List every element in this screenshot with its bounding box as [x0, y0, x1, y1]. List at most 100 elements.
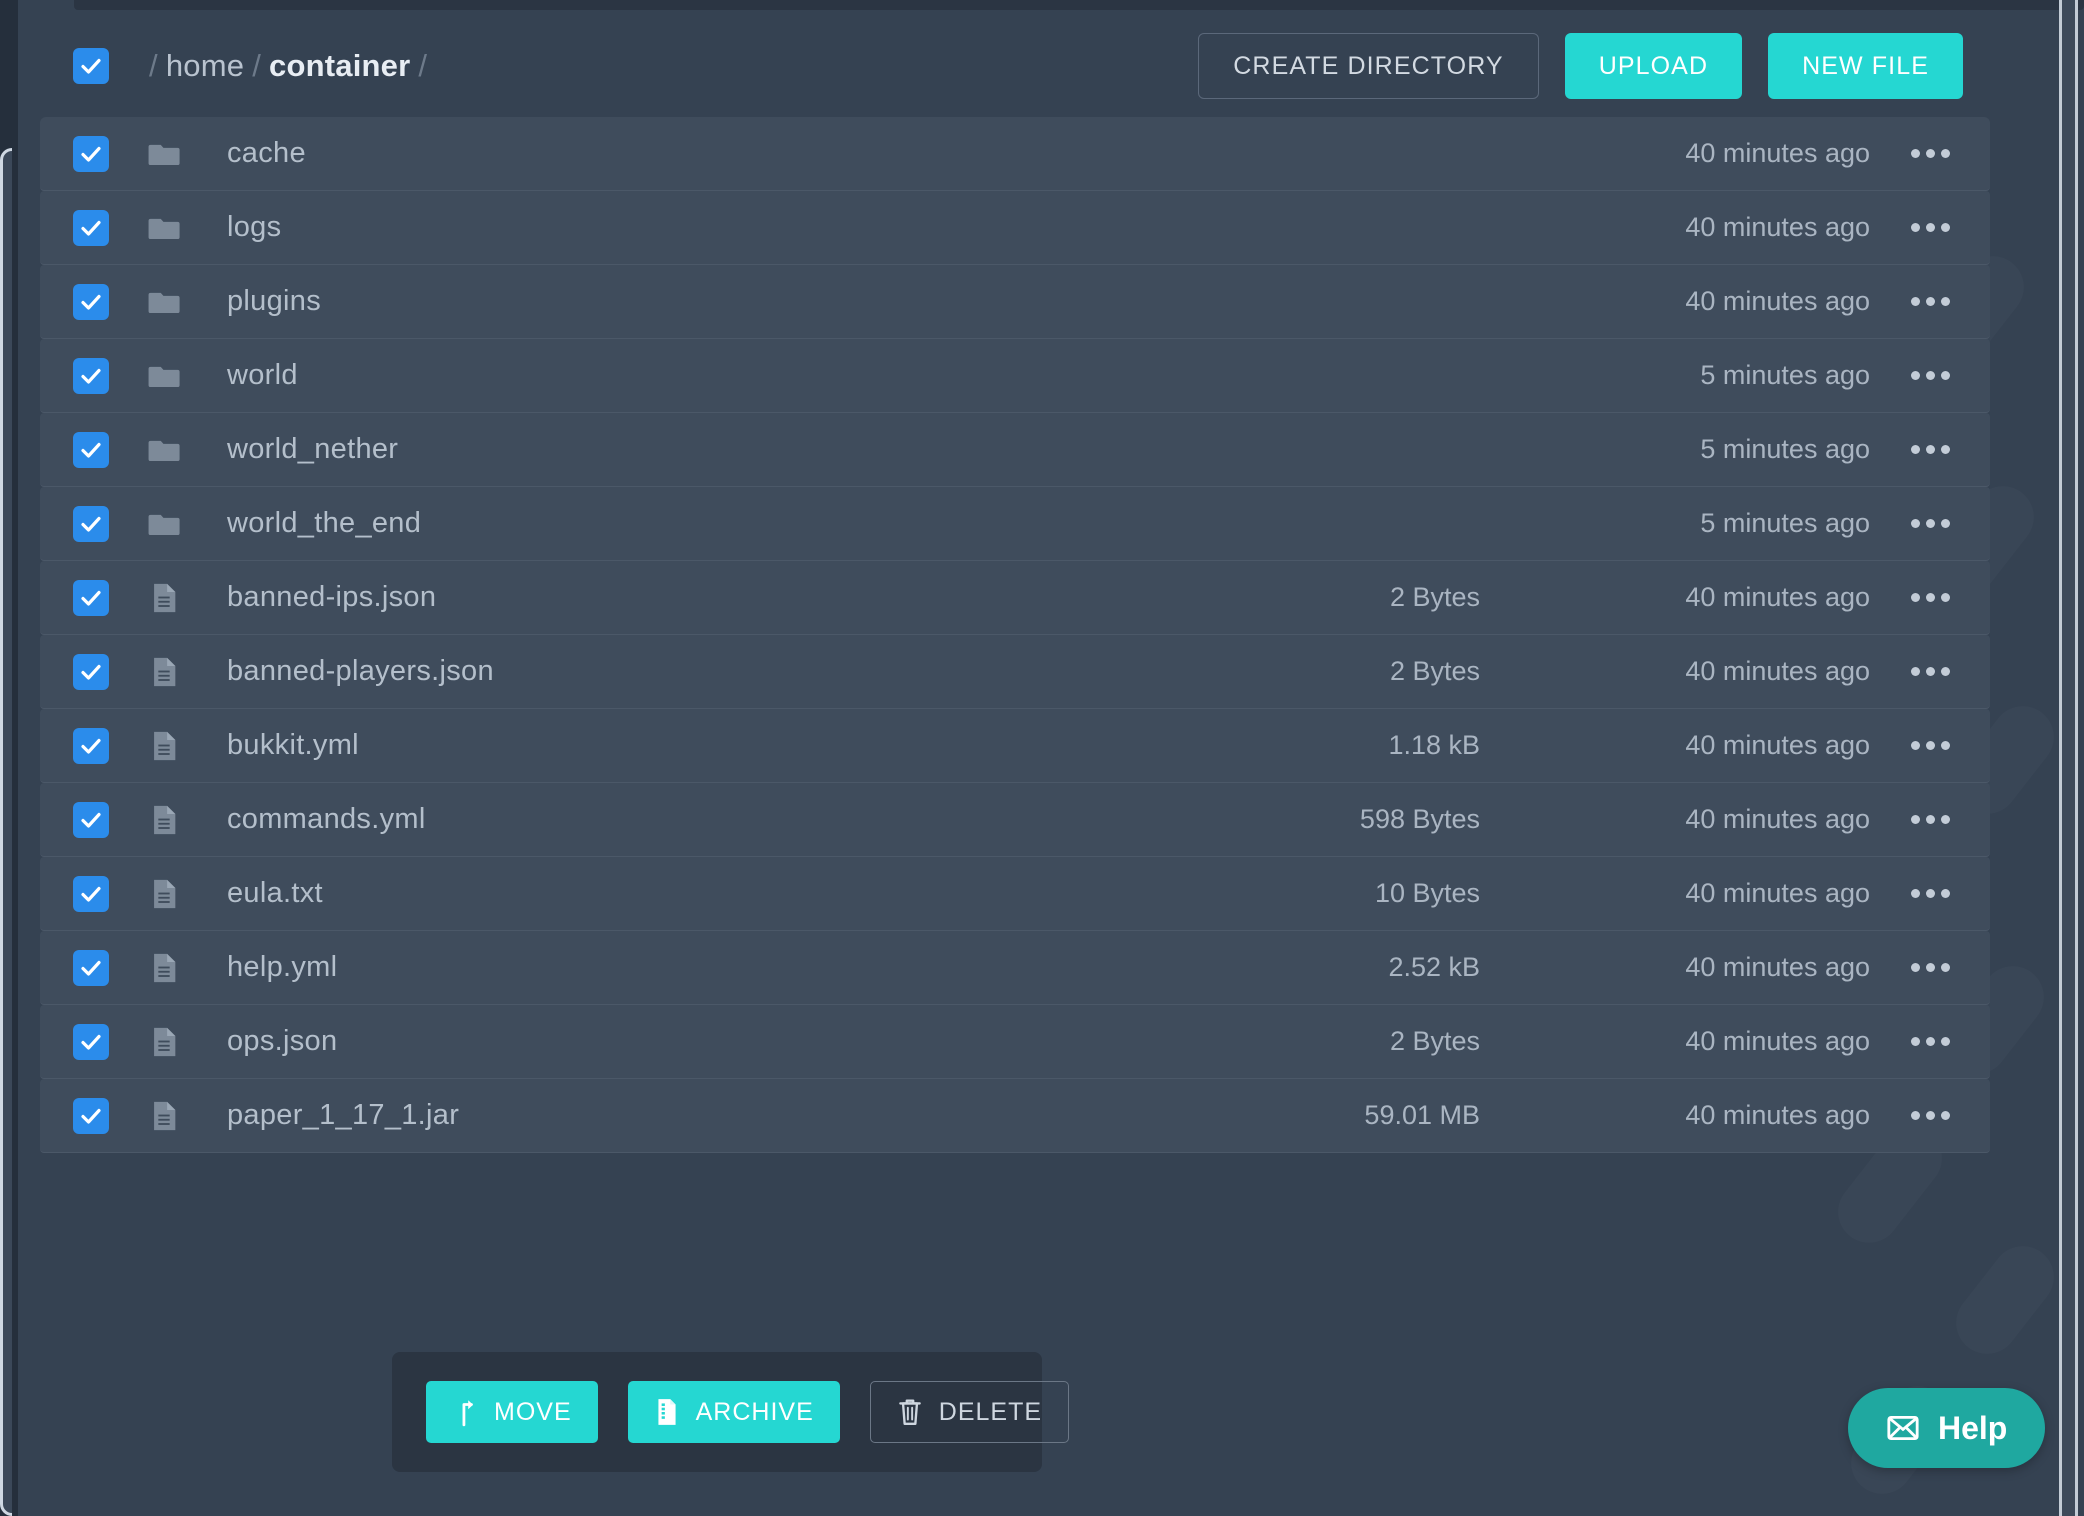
- trash-icon: [898, 1399, 921, 1425]
- table-row[interactable]: bukkit.yml 1.18 kB 40 minutes ago: [40, 709, 1990, 783]
- file-icon: [154, 1101, 176, 1130]
- check-icon: [81, 1034, 101, 1050]
- row-checkbox[interactable]: [73, 505, 109, 542]
- row-checkbox[interactable]: [73, 949, 109, 986]
- row-file-size: 59.01 MB: [1364, 1100, 1480, 1130]
- row-modified-time: 40 minutes ago: [1685, 878, 1870, 908]
- row-more-actions-button[interactable]: [1870, 445, 1990, 454]
- row-checkbox[interactable]: [73, 135, 109, 172]
- row-file-name: help.yml: [227, 951, 338, 983]
- move-button-label: MOVE: [494, 1397, 572, 1426]
- scrollbar-track[interactable]: [2062, 0, 2075, 1516]
- left-panel-edge: [0, 148, 12, 1516]
- row-checkbox[interactable]: [73, 1023, 109, 1060]
- table-row[interactable]: ops.json 2 Bytes 40 minutes ago: [40, 1005, 1990, 1079]
- row-modified-time: 5 minutes ago: [1700, 434, 1870, 464]
- folder-icon: [148, 218, 180, 239]
- row-modified-time: 5 minutes ago: [1700, 360, 1870, 390]
- table-row[interactable]: logs 40 minutes ago: [40, 191, 1990, 265]
- file-icon: [154, 583, 176, 612]
- folder-icon: [148, 144, 180, 165]
- row-type-icon: [147, 1025, 237, 1059]
- check-icon: [81, 738, 101, 754]
- check-icon: [81, 960, 101, 976]
- breadcrumb-item-container[interactable]: container: [269, 48, 410, 83]
- row-file-size: 2 Bytes: [1389, 582, 1480, 612]
- table-row[interactable]: plugins 40 minutes ago: [40, 265, 1990, 339]
- file-manager-header: / home / container / CREATE DIRECTORY UPLOAD…: [18, 24, 2008, 108]
- row-checkbox[interactable]: [73, 209, 109, 246]
- help-button[interactable]: Help: [1848, 1388, 2046, 1468]
- row-type-icon: [147, 877, 237, 911]
- create-directory-button[interactable]: CREATE DIRECTORY: [1198, 33, 1539, 99]
- row-file-name: world_nether: [227, 433, 399, 465]
- file-icon: [154, 731, 176, 760]
- row-file-name: commands.yml: [227, 803, 426, 835]
- row-type-icon: [147, 211, 237, 245]
- table-row[interactable]: world 5 minutes ago: [40, 339, 1990, 413]
- move-button[interactable]: MOVE: [426, 1381, 598, 1443]
- row-checkbox[interactable]: [73, 431, 109, 468]
- row-checkbox[interactable]: [73, 357, 109, 394]
- row-type-icon: [147, 359, 237, 393]
- row-file-name: cache: [227, 137, 306, 169]
- table-row[interactable]: commands.yml 598 Bytes 40 minutes ago: [40, 783, 1990, 857]
- breadcrumb-item-home[interactable]: home: [166, 48, 244, 83]
- row-modified-time: 40 minutes ago: [1685, 582, 1870, 612]
- row-more-actions-button[interactable]: [1870, 963, 1990, 972]
- row-more-actions-button[interactable]: [1870, 223, 1990, 232]
- check-icon: [81, 1108, 101, 1124]
- table-row[interactable]: world_nether 5 minutes ago: [40, 413, 1990, 487]
- folder-icon: [148, 514, 180, 535]
- check-icon: [81, 886, 101, 902]
- file-list-table: cache 40 minutes ago logs 40 minutes ago plu…: [40, 117, 1990, 1153]
- row-file-name: banned-ips.json: [227, 581, 437, 613]
- row-more-actions-button[interactable]: [1870, 149, 1990, 158]
- row-more-actions-button[interactable]: [1870, 1037, 1990, 1046]
- row-more-actions-button[interactable]: [1870, 741, 1990, 750]
- row-checkbox[interactable]: [73, 579, 109, 616]
- row-more-actions-button[interactable]: [1870, 667, 1990, 676]
- table-row[interactable]: paper_1_17_1.jar 59.01 MB 40 minutes ago: [40, 1079, 1990, 1153]
- row-checkbox[interactable]: [73, 283, 109, 320]
- delete-button[interactable]: DELETE: [869, 1381, 1070, 1443]
- new-file-button[interactable]: NEW FILE: [1768, 33, 1963, 99]
- row-file-name: bukkit.yml: [227, 729, 359, 761]
- table-row[interactable]: banned-ips.json 2 Bytes 40 minutes ago: [40, 561, 1990, 635]
- move-icon: [462, 1400, 474, 1427]
- breadcrumb-root-separator: /: [149, 48, 158, 83]
- row-checkbox[interactable]: [73, 1097, 109, 1134]
- row-checkbox[interactable]: [73, 875, 109, 912]
- row-checkbox[interactable]: [73, 653, 109, 690]
- table-row[interactable]: world_the_end 5 minutes ago: [40, 487, 1990, 561]
- table-row[interactable]: help.yml 2.52 kB 40 minutes ago: [40, 931, 1990, 1005]
- row-more-actions-button[interactable]: [1870, 593, 1990, 602]
- file-icon: [154, 805, 176, 834]
- row-more-actions-button[interactable]: [1870, 519, 1990, 528]
- row-modified-time: 40 minutes ago: [1685, 804, 1870, 834]
- check-icon: [81, 812, 101, 828]
- check-icon: [81, 294, 101, 310]
- row-checkbox[interactable]: [73, 801, 109, 838]
- row-modified-time: 40 minutes ago: [1685, 656, 1870, 686]
- table-row[interactable]: cache 40 minutes ago: [40, 117, 1990, 191]
- row-more-actions-button[interactable]: [1870, 815, 1990, 824]
- row-type-icon: [147, 581, 237, 615]
- row-type-icon: [147, 803, 237, 837]
- row-more-actions-button[interactable]: [1870, 371, 1990, 380]
- upload-button[interactable]: UPLOAD: [1564, 33, 1743, 99]
- row-modified-time: 40 minutes ago: [1685, 286, 1870, 316]
- row-type-icon: [147, 433, 237, 467]
- archive-button[interactable]: ARCHIVE: [627, 1381, 840, 1443]
- row-checkbox[interactable]: [73, 727, 109, 764]
- row-file-size: 1.18 kB: [1388, 730, 1480, 760]
- row-file-name: logs: [227, 211, 282, 243]
- row-more-actions-button[interactable]: [1870, 297, 1990, 306]
- table-row[interactable]: eula.txt 10 Bytes 40 minutes ago: [40, 857, 1990, 931]
- breadcrumb-trailing-separator: /: [418, 48, 428, 83]
- select-all-checkbox[interactable]: [73, 48, 109, 84]
- row-more-actions-button[interactable]: [1870, 889, 1990, 898]
- table-row[interactable]: banned-players.json 2 Bytes 40 minutes ago: [40, 635, 1990, 709]
- row-more-actions-button[interactable]: [1870, 1111, 1990, 1120]
- scrollbar-rail-left: [2059, 0, 2062, 1516]
